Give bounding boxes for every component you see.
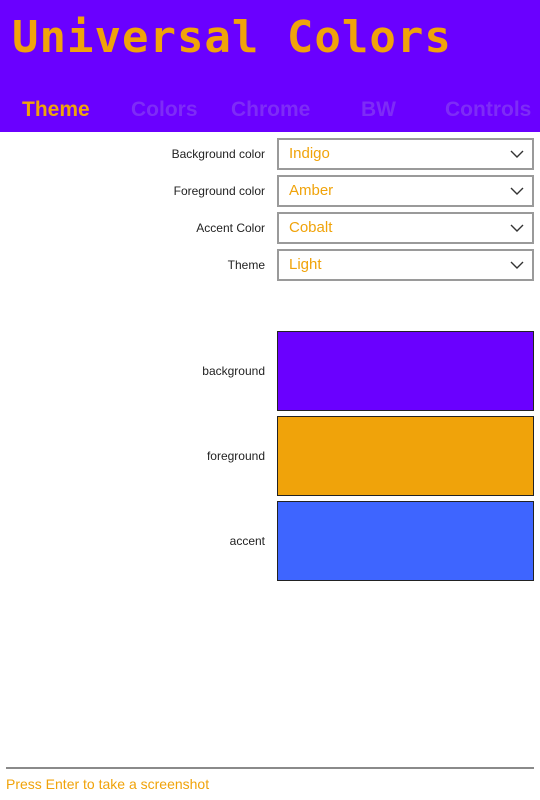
background-color-select[interactable]: Indigo xyxy=(277,138,534,170)
foreground-color-select[interactable]: Amber xyxy=(277,175,534,207)
foreground-color-label: Foreground color xyxy=(173,184,265,198)
background-swatch-row: background xyxy=(0,331,540,411)
chevron-down-icon xyxy=(510,261,524,269)
foreground-color-value: Amber xyxy=(289,182,334,199)
foreground-swatch-label: foreground xyxy=(206,449,265,463)
screenshot-hint: Press Enter to take a screenshot xyxy=(6,776,210,792)
accent-color-row: Accent Color Cobalt xyxy=(0,212,540,244)
accent-swatch-row: accent xyxy=(0,501,540,581)
tab-bar: Theme Colors Chrome BW Controls xyxy=(0,94,540,126)
tab-bw[interactable]: BW xyxy=(361,94,396,126)
tab-chrome[interactable]: Chrome xyxy=(231,94,310,126)
accent-color-select[interactable]: Cobalt xyxy=(277,212,534,244)
theme-row: Theme Light xyxy=(0,249,540,281)
foreground-swatch-row: foreground xyxy=(0,416,540,496)
chevron-down-icon xyxy=(510,224,524,232)
background-swatch-label: background xyxy=(202,364,265,378)
foreground-swatch xyxy=(277,416,534,496)
background-color-row: Background color Indigo xyxy=(0,138,540,170)
background-color-label: Background color xyxy=(171,147,265,161)
tab-colors[interactable]: Colors xyxy=(131,94,198,126)
accent-swatch-label: accent xyxy=(229,534,265,548)
background-color-value: Indigo xyxy=(289,145,330,162)
footer-divider xyxy=(6,767,534,769)
accent-swatch xyxy=(277,501,534,581)
theme-select[interactable]: Light xyxy=(277,249,534,281)
tab-theme[interactable]: Theme xyxy=(22,94,90,126)
app-title: Universal Colors xyxy=(12,12,452,63)
theme-value: Light xyxy=(289,256,322,273)
chevron-down-icon xyxy=(510,187,524,195)
chevron-down-icon xyxy=(510,150,524,158)
tab-controls[interactable]: Controls xyxy=(445,94,531,126)
background-swatch xyxy=(277,331,534,411)
accent-color-label: Accent Color xyxy=(196,221,265,235)
foreground-color-row: Foreground color Amber xyxy=(0,175,540,207)
app-header: Universal Colors Theme Colors Chrome BW … xyxy=(0,0,540,132)
theme-label: Theme xyxy=(227,258,265,272)
accent-color-value: Cobalt xyxy=(289,219,333,236)
